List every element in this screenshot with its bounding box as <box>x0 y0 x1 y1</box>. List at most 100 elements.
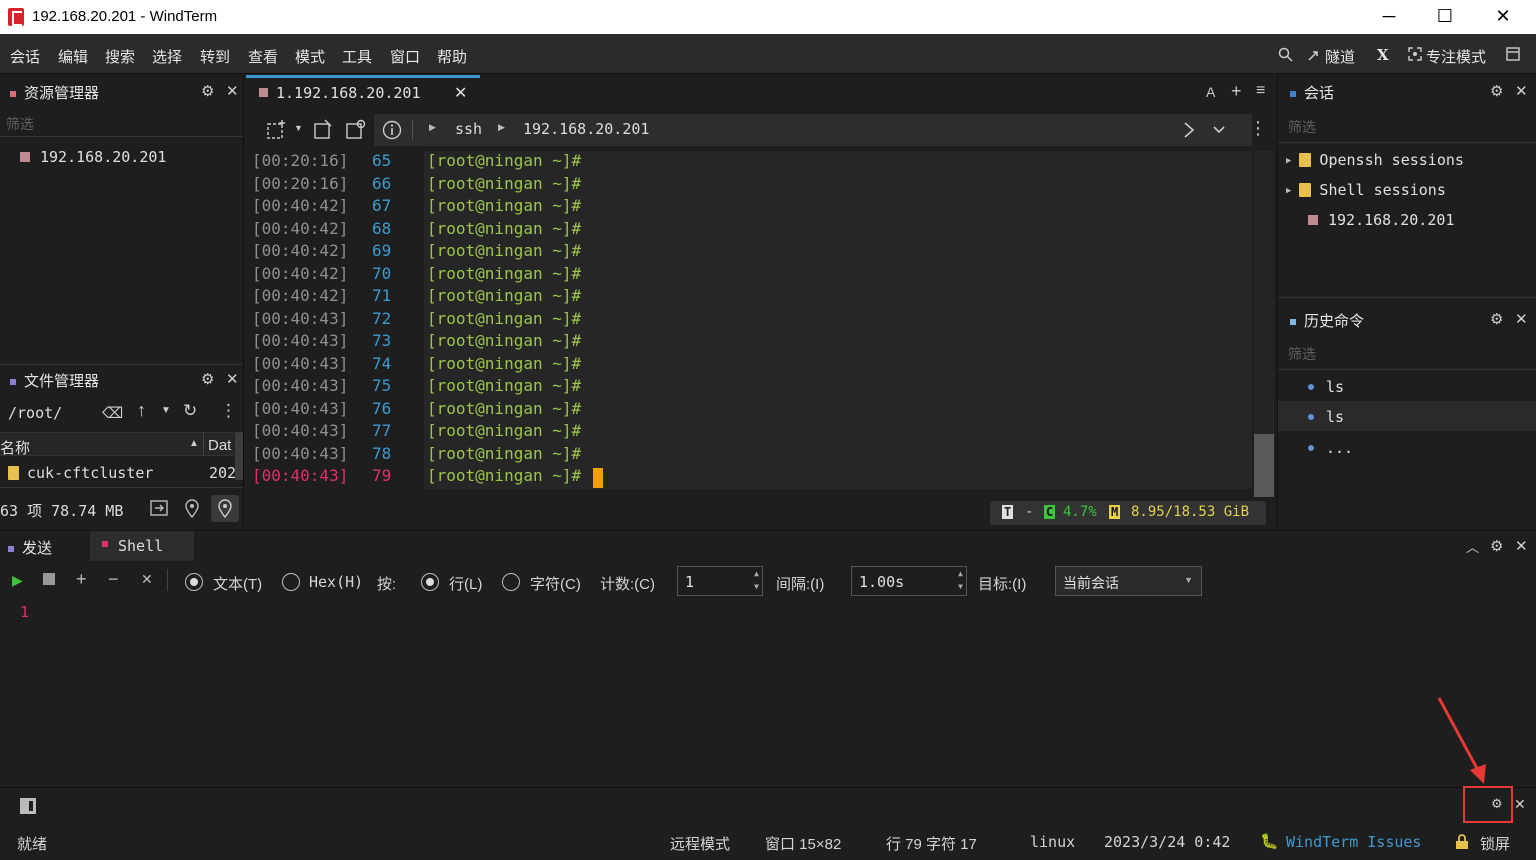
session-folder-openssh[interactable]: ▶ Openssh sessions <box>1286 151 1464 169</box>
terminal-tab[interactable]: 1.192.168.20.201 ✕ <box>246 78 480 111</box>
menu-goto[interactable]: 转到 <box>200 46 230 67</box>
explorer-close-icon[interactable]: ✕ <box>226 82 239 100</box>
chevron-down-icon[interactable]: ▼ <box>161 405 171 416</box>
stepper-up-icon[interactable]: ▲ <box>754 569 759 578</box>
stepper-down-icon[interactable]: ▼ <box>754 582 759 591</box>
new-session-icon[interactable] <box>266 119 288 141</box>
lock-screen-button[interactable]: 锁屏 <box>1480 833 1510 854</box>
line-radio[interactable] <box>421 573 439 591</box>
hex-radio-label[interactable]: Hex(H) <box>309 573 363 591</box>
up-directory-icon[interactable]: ↑ <box>137 400 146 421</box>
add-icon[interactable]: + <box>76 569 87 590</box>
status-close-icon[interactable]: ✕ <box>1514 796 1526 813</box>
focus-mode-button[interactable]: 专注模式 <box>1426 46 1486 67</box>
chevron-down-icon[interactable] <box>1212 124 1226 136</box>
target-select[interactable]: 当前会话 ▼ <box>1055 566 1202 596</box>
clear-path-icon[interactable]: ⌫ <box>102 404 123 422</box>
new-tab-icon[interactable] <box>313 119 335 141</box>
history-item[interactable]: ls <box>1308 408 1344 426</box>
explorer-filter-input[interactable]: 筛选 <box>6 114 34 134</box>
info-icon[interactable] <box>382 120 402 140</box>
count-stepper[interactable]: 1 ▲ ▼ <box>677 566 763 596</box>
status-os[interactable]: linux <box>1030 833 1075 851</box>
send-editor[interactable] <box>34 601 1524 781</box>
session-item-host[interactable]: 192.168.20.201 <box>1308 211 1454 229</box>
file-manager-close-icon[interactable]: ✕ <box>226 370 239 388</box>
clear-icon[interactable]: ✕ <box>141 571 153 588</box>
sessions-filter-input[interactable]: 筛选 <box>1288 117 1316 137</box>
file-list-scrollbar[interactable] <box>235 432 243 480</box>
sessions-close-icon[interactable]: ✕ <box>1515 82 1528 100</box>
address-bar[interactable]: ▶ ssh ▶ 192.168.20.201 <box>374 114 1252 146</box>
sidebar-toggle-icon[interactable] <box>1506 47 1520 61</box>
status-window-size[interactable]: 窗口 15×82 <box>765 833 841 854</box>
terminal-output[interactable]: [00:20:16] 65 [root@ningan ~]# [00:20:16] 66… <box>246 151 1252 489</box>
menu-session[interactable]: 会话 <box>10 46 40 67</box>
status-cursor-position[interactable]: 行 79 字符 17 <box>886 833 977 854</box>
send-settings-icon[interactable]: ⚙ <box>1490 537 1503 555</box>
font-button[interactable]: A <box>1206 84 1215 100</box>
more-options-icon[interactable]: ⋮ <box>220 401 237 421</box>
stop-icon[interactable] <box>43 573 55 585</box>
explorer-settings-icon[interactable]: ⚙ <box>201 82 214 100</box>
menu-tools[interactable]: 工具 <box>342 46 372 67</box>
play-icon[interactable]: ▶ <box>12 572 23 589</box>
history-settings-icon[interactable]: ⚙ <box>1490 310 1503 328</box>
chevron-up-icon[interactable]: ︿ <box>1466 537 1479 556</box>
sessions-settings-icon[interactable]: ⚙ <box>1490 82 1503 100</box>
char-radio-label[interactable]: 字符(C) <box>530 573 581 594</box>
tab-shell[interactable]: Shell <box>90 531 194 561</box>
new-session-dropdown-icon[interactable]: ▼ <box>294 123 303 133</box>
status-remote-mode[interactable]: 远程模式 <box>670 833 730 854</box>
stepper-down-icon[interactable]: ▼ <box>958 582 963 591</box>
menu-window[interactable]: 窗口 <box>390 46 420 67</box>
history-close-icon[interactable]: ✕ <box>1515 310 1528 328</box>
tunnel-button[interactable]: 隧道 <box>1325 46 1355 67</box>
refresh-icon[interactable]: ↻ <box>183 401 197 421</box>
menu-help[interactable]: 帮助 <box>437 46 467 67</box>
tab-close-icon[interactable]: ✕ <box>454 83 467 103</box>
x-button[interactable]: X <box>1377 46 1389 64</box>
sync-button[interactable] <box>211 495 239 522</box>
column-divider[interactable] <box>203 432 204 456</box>
menu-edit[interactable]: 编辑 <box>58 46 88 67</box>
history-item[interactable]: ... <box>1308 439 1353 457</box>
chevron-down-icon[interactable]: ▼ <box>1184 575 1193 585</box>
expand-arrow-icon[interactable]: ▶ <box>1286 186 1291 196</box>
menu-search[interactable]: 搜索 <box>105 46 135 67</box>
breadcrumb-proto[interactable]: ssh <box>455 120 482 138</box>
explorer-host-item[interactable]: 192.168.20.201 <box>20 148 166 166</box>
sort-ascending-icon[interactable]: ▲ <box>189 438 199 449</box>
text-radio[interactable] <box>185 573 203 591</box>
interval-stepper[interactable]: 1.00s ▲ ▼ <box>851 566 967 596</box>
file-manager-settings-icon[interactable]: ⚙ <box>201 370 214 388</box>
expand-arrow-icon[interactable]: ▶ <box>1286 156 1291 166</box>
hex-radio[interactable] <box>282 573 300 591</box>
history-filter-input[interactable]: 筛选 <box>1288 344 1316 364</box>
stepper-up-icon[interactable]: ▲ <box>958 569 963 578</box>
history-item[interactable]: ls <box>1308 378 1344 396</box>
menu-select[interactable]: 选择 <box>152 46 182 67</box>
search-icon[interactable] <box>1278 47 1293 62</box>
issues-link[interactable]: WindTerm Issues <box>1286 833 1421 851</box>
duplicate-session-icon[interactable] <box>345 119 367 141</box>
panel-layout-icon[interactable] <box>19 797 37 815</box>
breadcrumb-host[interactable]: 192.168.20.201 <box>523 120 649 138</box>
scrollbar-thumb[interactable] <box>1254 434 1274 497</box>
column-name[interactable]: 名称 <box>0 437 30 458</box>
tab-send[interactable]: 发送 <box>8 537 52 558</box>
minimize-button[interactable]: ─ <box>1360 0 1418 34</box>
text-radio-label[interactable]: 文本(T) <box>213 573 262 594</box>
session-folder-shell[interactable]: ▶ Shell sessions <box>1286 181 1446 199</box>
toolbar-more-icon[interactable]: ⋮ <box>1249 118 1267 139</box>
menu-view[interactable]: 查看 <box>248 46 278 67</box>
char-radio[interactable] <box>502 573 520 591</box>
menu-mode[interactable]: 模式 <box>295 46 325 67</box>
path-input[interactable]: /root/ <box>8 404 62 422</box>
location-pin-icon[interactable] <box>183 498 201 518</box>
send-close-icon[interactable]: ✕ <box>1515 537 1528 555</box>
close-button[interactable]: ✕ <box>1474 0 1532 34</box>
file-row[interactable]: cuk-cftcluster <box>8 464 153 482</box>
terminal-scrollbar[interactable] <box>1254 151 1274 497</box>
line-radio-label[interactable]: 行(L) <box>449 573 482 594</box>
